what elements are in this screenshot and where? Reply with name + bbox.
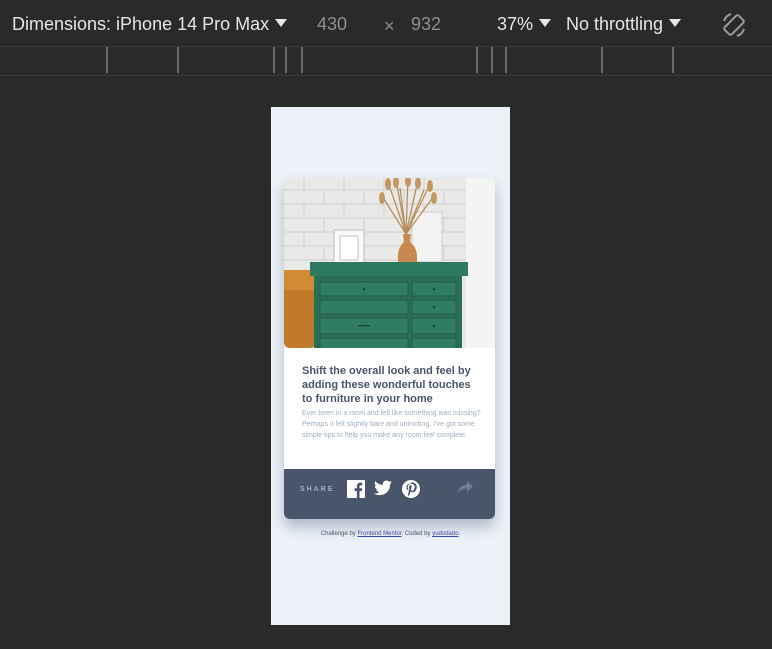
ruler-tick[interactable] (491, 47, 493, 73)
ruler-tick[interactable] (672, 47, 674, 73)
ruler-tick[interactable] (285, 47, 287, 73)
ruler-tick[interactable] (301, 47, 303, 73)
drawers-photo (284, 178, 495, 348)
width-input[interactable]: 430 (317, 14, 347, 34)
share-icon[interactable] (456, 478, 474, 496)
device-label: Dimensions: iPhone 14 Pro Max (12, 14, 270, 34)
times-sign: × (384, 16, 395, 36)
device-viewport: Shift the overall look and feel by addin… (271, 107, 510, 625)
attribution-prefix: Challenge by (320, 531, 358, 537)
device-selector[interactable]: Dimensions: iPhone 14 Pro Max (12, 14, 288, 34)
zoom-label: 37% (497, 14, 534, 34)
attribution-suffix: . (458, 531, 461, 537)
pinterest-icon[interactable] (402, 480, 420, 498)
attribution: Challenge by Frontend Mentor. Coded by y… (271, 531, 510, 537)
ruler-tick[interactable] (177, 47, 179, 73)
ruler-tick[interactable] (601, 47, 603, 73)
article-headline: Shift the overall look and feel by addin… (302, 365, 471, 405)
caret-down-icon (539, 19, 552, 27)
throttling-label: No throttling (566, 14, 664, 34)
article-content: Shift the overall look and feel by addin… (284, 348, 495, 469)
article-description: Ever been in a room and felt like someth… (302, 410, 481, 439)
share-label: SHARE (300, 486, 335, 493)
throttling-selector[interactable]: No throttling (566, 14, 682, 34)
ruler-tick[interactable] (476, 47, 478, 73)
height-input[interactable]: 932 (411, 14, 441, 34)
ruler-tick[interactable] (273, 47, 275, 73)
zoom-selector[interactable]: 37% (497, 14, 552, 34)
share-bar: SHARE (284, 469, 495, 519)
attribution-middle: . Coded by (401, 531, 433, 537)
article-card: Shift the overall look and feel by addin… (284, 178, 495, 519)
twitter-icon[interactable] (374, 479, 392, 497)
ruler-tick[interactable] (505, 47, 507, 73)
media-query-ruler (0, 47, 772, 76)
caret-down-icon (275, 19, 288, 27)
rotate-icon[interactable] (720, 11, 748, 39)
frontend-mentor-link[interactable]: Frontend Mentor (357, 531, 401, 537)
device-toolbar: Dimensions: iPhone 14 Pro Max 430 × 932 … (0, 0, 772, 47)
caret-down-icon (669, 19, 682, 27)
ruler-tick[interactable] (106, 47, 108, 73)
facebook-icon[interactable] (347, 480, 365, 498)
author-link[interactable]: yudodado (432, 531, 458, 537)
